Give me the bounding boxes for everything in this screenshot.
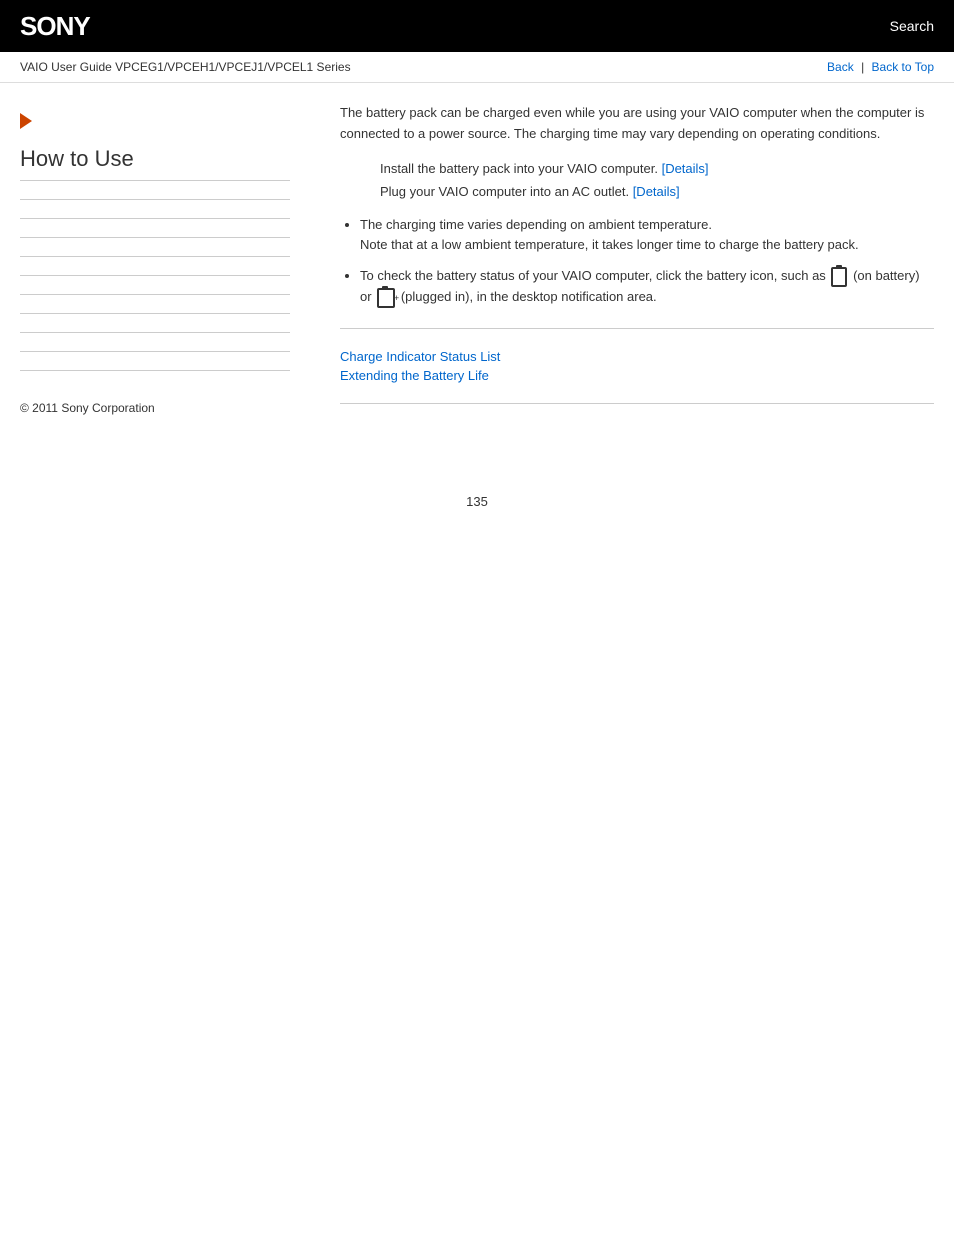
intro-paragraph: The battery pack can be charged even whi… — [340, 103, 934, 145]
sidebar-divider-9 — [20, 351, 290, 352]
sidebar-divider-4 — [20, 256, 290, 257]
step-2: Plug your VAIO computer into an AC outle… — [380, 184, 934, 199]
extending-battery-link[interactable]: Extending the Battery Life — [340, 368, 934, 383]
sidebar-title: How to Use — [20, 146, 290, 181]
bullet-2-post: (plugged in), in the desktop notificatio… — [401, 289, 657, 304]
bullet-1-text: The charging time varies depending on am… — [360, 217, 859, 253]
sony-logo: SONY — [20, 11, 90, 42]
content-divider-1 — [340, 328, 934, 329]
sidebar-divider-5 — [20, 275, 290, 276]
breadcrumb: VAIO User Guide VPCEG1/VPCEH1/VPCEJ1/VPC… — [20, 60, 351, 74]
sidebar-divider-2 — [20, 218, 290, 219]
step-2-details-link[interactable]: [Details] — [633, 184, 680, 199]
page-footer: 135 — [0, 474, 954, 529]
sidebar-divider-10 — [20, 370, 290, 371]
nav-bar: VAIO User Guide VPCEG1/VPCEH1/VPCEJ1/VPC… — [0, 52, 954, 83]
step-1-text: Install the battery pack into your VAIO … — [380, 161, 658, 176]
sidebar: How to Use © 2011 Sony Corporation — [20, 103, 320, 424]
content-links: Charge Indicator Status List Extending t… — [340, 349, 934, 383]
sidebar-divider-6 — [20, 294, 290, 295]
nav-links: Back | Back to Top — [827, 60, 934, 74]
battery-plugged-in-icon — [377, 288, 395, 308]
main-container: How to Use © 2011 Sony Corporation The b… — [0, 83, 954, 444]
page-number: 135 — [466, 494, 488, 509]
content-area: The battery pack can be charged even whi… — [320, 103, 934, 424]
chevron-right-icon — [20, 113, 32, 129]
bullet-item-1: The charging time varies depending on am… — [360, 215, 934, 257]
step-1-details-link[interactable]: [Details] — [662, 161, 709, 176]
nav-separator: | — [861, 60, 867, 74]
bullet-item-2: To check the battery status of your VAIO… — [360, 266, 934, 308]
bullet-list: The charging time varies depending on am… — [360, 215, 934, 308]
step-1: Install the battery pack into your VAIO … — [380, 161, 934, 176]
header: SONY Search — [0, 0, 954, 52]
sidebar-divider-7 — [20, 313, 290, 314]
back-link[interactable]: Back — [827, 60, 854, 74]
content-divider-2 — [340, 403, 934, 404]
sidebar-divider-1 — [20, 199, 290, 200]
sidebar-divider-8 — [20, 332, 290, 333]
battery-on-battery-icon — [831, 267, 847, 287]
step-2-text: Plug your VAIO computer into an AC outle… — [380, 184, 629, 199]
back-to-top-link[interactable]: Back to Top — [872, 60, 934, 74]
bullet-2-pre: To check the battery status of your VAIO… — [360, 268, 826, 283]
copyright-text: © 2011 Sony Corporation — [20, 401, 290, 415]
charge-indicator-link[interactable]: Charge Indicator Status List — [340, 349, 934, 364]
search-button[interactable]: Search — [890, 18, 934, 34]
sidebar-divider-3 — [20, 237, 290, 238]
